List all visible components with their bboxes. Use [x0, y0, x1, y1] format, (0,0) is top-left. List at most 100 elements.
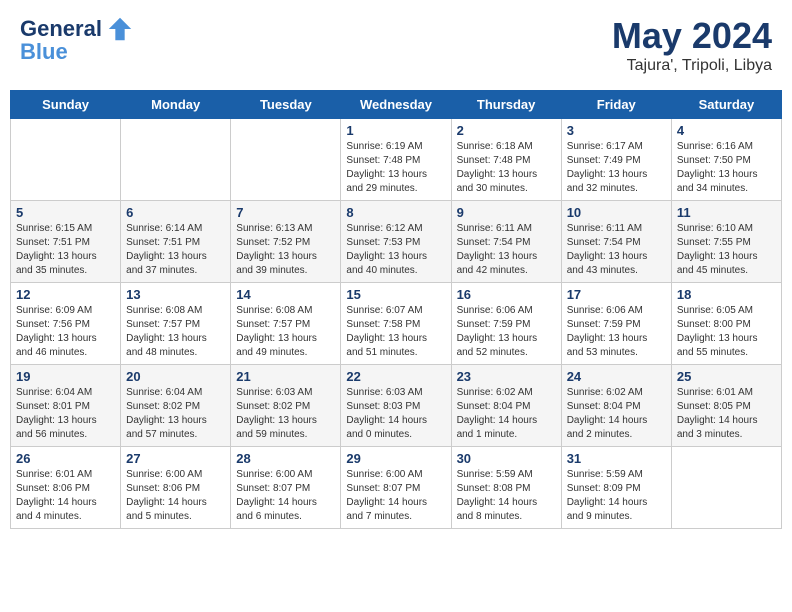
calendar-cell: 11 Sunrise: 6:10 AM Sunset: 7:55 PM Dayli… [671, 201, 781, 283]
day-info: Sunrise: 6:14 AM Sunset: 7:51 PM Dayligh… [126, 222, 225, 278]
day-header-sunday: Sunday [11, 91, 121, 119]
calendar-cell: 31 Sunrise: 5:59 AM Sunset: 8:09 PM Dayli… [561, 447, 671, 529]
day-info: Sunrise: 6:08 AM Sunset: 7:57 PM Dayligh… [236, 304, 335, 360]
day-number: 15 [346, 287, 445, 302]
week-row-2: 5 Sunrise: 6:15 AM Sunset: 7:51 PM Daylig… [11, 201, 782, 283]
day-number: 20 [126, 369, 225, 384]
calendar-cell: 27 Sunrise: 6:00 AM Sunset: 8:06 PM Dayli… [121, 447, 231, 529]
calendar-cell: 10Sunrise: 6:11 AM Sunset: 7:54 PM Dayli… [561, 201, 671, 283]
day-info: Sunrise: 6:01 AM Sunset: 8:05 PM Dayligh… [677, 386, 776, 442]
calendar-cell: 4 Sunrise: 6:16 AM Sunset: 7:50 PM Daylig… [671, 119, 781, 201]
day-number: 26 [16, 451, 115, 466]
calendar-cell: 28 Sunrise: 6:00 AM Sunset: 8:07 PM Dayli… [231, 447, 341, 529]
day-info: Sunrise: 6:06 AM Sunset: 7:59 PM Dayligh… [457, 304, 556, 360]
day-info: Sunrise: 6:03 AM Sunset: 8:02 PM Dayligh… [236, 386, 335, 442]
day-info: Sunrise: 6:00 AM Sunset: 8:06 PM Dayligh… [126, 468, 225, 524]
day-number: 7 [236, 205, 335, 220]
calendar-cell [671, 447, 781, 529]
calendar-cell: 5 Sunrise: 6:15 AM Sunset: 7:51 PM Daylig… [11, 201, 121, 283]
logo: General Blue [20, 15, 134, 65]
week-row-3: 12 Sunrise: 6:09 AM Sunset: 7:56 PM Dayli… [11, 283, 782, 365]
day-info: Sunrise: 6:04 AM Sunset: 8:01 PM Dayligh… [16, 386, 115, 442]
calendar-cell: 19 Sunrise: 6:04 AM Sunset: 8:01 PM Dayli… [11, 365, 121, 447]
day-info: Sunrise: 5:59 AM Sunset: 8:08 PM Dayligh… [457, 468, 556, 524]
calendar-cell: 25 Sunrise: 6:01 AM Sunset: 8:05 PM Dayli… [671, 365, 781, 447]
calendar-cell: 9Sunrise: 6:11 AM Sunset: 7:54 PM Daylig… [451, 201, 561, 283]
week-row-4: 19 Sunrise: 6:04 AM Sunset: 8:01 PM Dayli… [11, 365, 782, 447]
day-header-friday: Friday [561, 91, 671, 119]
day-number: 29 [346, 451, 445, 466]
day-number: 5 [16, 205, 115, 220]
day-number: 1 [346, 123, 445, 138]
day-header-wednesday: Wednesday [341, 91, 451, 119]
title-area: May 2024 Tajura', Tripoli, Libya [612, 15, 772, 75]
calendar-cell: 14 Sunrise: 6:08 AM Sunset: 7:57 PM Dayli… [231, 283, 341, 365]
calendar-cell: 16 Sunrise: 6:06 AM Sunset: 7:59 PM Dayli… [451, 283, 561, 365]
day-number: 13 [126, 287, 225, 302]
day-number: 27 [126, 451, 225, 466]
day-header-monday: Monday [121, 91, 231, 119]
calendar-cell: 3Sunrise: 6:17 AM Sunset: 7:49 PM Daylig… [561, 119, 671, 201]
day-header-tuesday: Tuesday [231, 91, 341, 119]
day-number: 14 [236, 287, 335, 302]
day-number: 28 [236, 451, 335, 466]
day-info: Sunrise: 5:59 AM Sunset: 8:09 PM Dayligh… [567, 468, 666, 524]
day-number: 25 [677, 369, 776, 384]
day-info: Sunrise: 6:07 AM Sunset: 7:58 PM Dayligh… [346, 304, 445, 360]
day-number: 3 [567, 123, 666, 138]
calendar-cell: 18 Sunrise: 6:05 AM Sunset: 8:00 PM Dayli… [671, 283, 781, 365]
day-info: Sunrise: 6:19 AM Sunset: 7:48 PM Dayligh… [346, 140, 445, 196]
calendar-cell: 26 Sunrise: 6:01 AM Sunset: 8:06 PM Dayli… [11, 447, 121, 529]
day-info: Sunrise: 6:00 AM Sunset: 8:07 PM Dayligh… [236, 468, 335, 524]
calendar-cell: 12 Sunrise: 6:09 AM Sunset: 7:56 PM Dayli… [11, 283, 121, 365]
day-number: 17 [567, 287, 666, 302]
day-number: 6 [126, 205, 225, 220]
day-number: 11 [677, 205, 776, 220]
logo-icon [106, 15, 134, 43]
day-info: Sunrise: 6:18 AM Sunset: 7:48 PM Dayligh… [457, 140, 556, 196]
calendar-cell: 23 Sunrise: 6:02 AM Sunset: 8:04 PM Dayli… [451, 365, 561, 447]
day-number: 22 [346, 369, 445, 384]
calendar-cell: 13 Sunrise: 6:08 AM Sunset: 7:57 PM Dayli… [121, 283, 231, 365]
day-number: 16 [457, 287, 556, 302]
day-number: 8 [346, 205, 445, 220]
day-header-thursday: Thursday [451, 91, 561, 119]
day-info: Sunrise: 6:15 AM Sunset: 7:51 PM Dayligh… [16, 222, 115, 278]
calendar-cell: 30 Sunrise: 5:59 AM Sunset: 8:08 PM Dayli… [451, 447, 561, 529]
page-header: General Blue May 2024 Tajura', Tripoli, … [10, 10, 782, 80]
day-info: Sunrise: 6:03 AM Sunset: 8:03 PM Dayligh… [346, 386, 445, 442]
day-info: Sunrise: 6:12 AM Sunset: 7:53 PM Dayligh… [346, 222, 445, 278]
day-number: 10 [567, 205, 666, 220]
calendar-cell: 6 Sunrise: 6:14 AM Sunset: 7:51 PM Daylig… [121, 201, 231, 283]
logo-text: General [20, 17, 102, 41]
calendar-cell [231, 119, 341, 201]
day-info: Sunrise: 6:02 AM Sunset: 8:04 PM Dayligh… [567, 386, 666, 442]
day-info: Sunrise: 6:09 AM Sunset: 7:56 PM Dayligh… [16, 304, 115, 360]
calendar-cell: 2Sunrise: 6:18 AM Sunset: 7:48 PM Daylig… [451, 119, 561, 201]
calendar-cell: 29Sunrise: 6:00 AM Sunset: 8:07 PM Dayli… [341, 447, 451, 529]
day-number: 23 [457, 369, 556, 384]
day-number: 18 [677, 287, 776, 302]
day-number: 4 [677, 123, 776, 138]
day-info: Sunrise: 6:06 AM Sunset: 7:59 PM Dayligh… [567, 304, 666, 360]
day-info: Sunrise: 6:05 AM Sunset: 8:00 PM Dayligh… [677, 304, 776, 360]
calendar-cell: 17 Sunrise: 6:06 AM Sunset: 7:59 PM Dayli… [561, 283, 671, 365]
calendar-header-row: SundayMondayTuesdayWednesdayThursdayFrid… [11, 91, 782, 119]
day-info: Sunrise: 6:10 AM Sunset: 7:55 PM Dayligh… [677, 222, 776, 278]
calendar-cell: 21Sunrise: 6:03 AM Sunset: 8:02 PM Dayli… [231, 365, 341, 447]
day-number: 31 [567, 451, 666, 466]
day-info: Sunrise: 6:01 AM Sunset: 8:06 PM Dayligh… [16, 468, 115, 524]
day-number: 9 [457, 205, 556, 220]
day-number: 19 [16, 369, 115, 384]
calendar-cell: 22 Sunrise: 6:03 AM Sunset: 8:03 PM Dayli… [341, 365, 451, 447]
day-number: 30 [457, 451, 556, 466]
day-number: 24 [567, 369, 666, 384]
calendar-table: SundayMondayTuesdayWednesdayThursdayFrid… [10, 90, 782, 529]
calendar-cell: 8 Sunrise: 6:12 AM Sunset: 7:53 PM Daylig… [341, 201, 451, 283]
day-info: Sunrise: 6:16 AM Sunset: 7:50 PM Dayligh… [677, 140, 776, 196]
month-title: May 2024 [612, 15, 772, 57]
day-number: 12 [16, 287, 115, 302]
location: Tajura', Tripoli, Libya [612, 57, 772, 75]
day-info: Sunrise: 6:02 AM Sunset: 8:04 PM Dayligh… [457, 386, 556, 442]
day-info: Sunrise: 6:08 AM Sunset: 7:57 PM Dayligh… [126, 304, 225, 360]
